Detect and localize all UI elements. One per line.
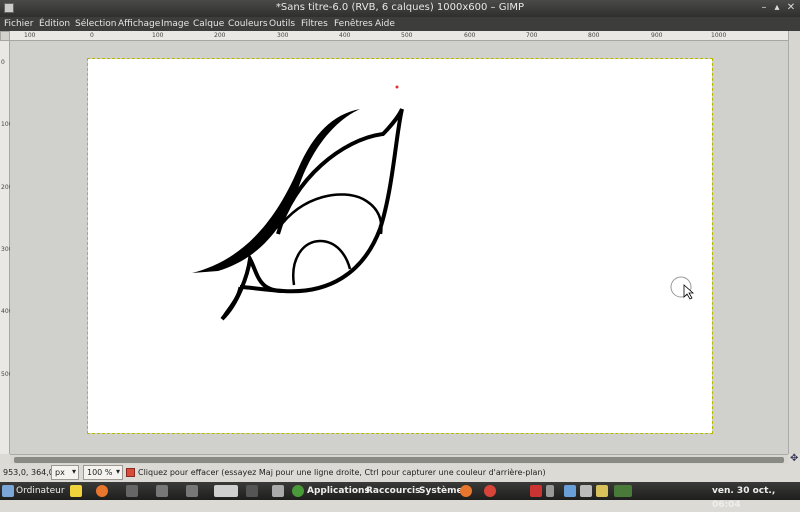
computer-icon <box>2 485 14 497</box>
taskbar-app-icon[interactable] <box>156 485 168 497</box>
ruler-h-label: 900 <box>651 32 663 39</box>
clock[interactable]: ven. 30 oct., 06:04 <box>712 484 800 510</box>
ruler-h-label: 100 <box>24 32 36 39</box>
window-title: *Sans titre-6.0 (RVB, 6 calques) 1000x60… <box>275 2 525 13</box>
firefox-icon[interactable] <box>96 485 108 497</box>
zoom-value: 100 % <box>87 468 113 477</box>
applications-icon <box>292 485 304 497</box>
maximize-button[interactable]: ▴ <box>771 2 783 14</box>
menu-bar: Fichier Édition Sélection Affichage Imag… <box>0 17 800 31</box>
horizontal-scrollbar[interactable] <box>10 454 788 464</box>
ruler-h-label: 600 <box>464 32 476 39</box>
canvas-area[interactable] <box>10 41 788 454</box>
menu-edition[interactable]: Édition <box>39 19 70 29</box>
menu-selection[interactable]: Sélection <box>75 19 116 29</box>
taskbar-app-icon[interactable] <box>126 485 138 497</box>
minimize-button[interactable]: – <box>758 2 770 14</box>
notes-icon[interactable] <box>70 485 82 497</box>
notification-icon[interactable] <box>530 485 542 497</box>
ruler-corner-button[interactable] <box>0 31 10 41</box>
pointer-coordinates: 953,0, 364,0 <box>3 468 54 477</box>
chrome-icon[interactable] <box>484 485 496 497</box>
menu-fichier[interactable]: Fichier <box>4 19 33 29</box>
taskbar-app-icon[interactable] <box>186 485 198 497</box>
status-message: Cliquez pour effacer (essayez Maj pour u… <box>138 468 546 477</box>
ruler-v-label: 0 <box>1 59 5 66</box>
menu-outils[interactable]: Outils <box>269 19 295 29</box>
status-bar: 953,0, 364,0 px ▾ 100 % ▾ Cliquez pour e… <box>0 464 800 482</box>
ruler-h-label: 300 <box>277 32 289 39</box>
ruler-h-label: 800 <box>588 32 600 39</box>
eraser-icon <box>126 468 135 477</box>
pointer-icon <box>683 284 695 300</box>
ruler-h-label: 100 <box>152 32 164 39</box>
firefox-launcher-icon[interactable] <box>460 485 472 497</box>
battery-icon[interactable] <box>580 485 592 497</box>
horizontal-ruler[interactable]: 100 0 100 200 300 400 500 600 700 800 90… <box>10 31 788 41</box>
terminal-icon[interactable] <box>614 485 632 497</box>
red-dot <box>395 85 399 89</box>
unit-value: px <box>55 468 65 477</box>
menu-aide[interactable]: Aide <box>375 19 395 29</box>
unit-select[interactable]: px ▾ <box>51 465 79 480</box>
menu-filtres[interactable]: Filtres <box>301 19 328 29</box>
chevron-down-icon: ▾ <box>71 467 76 476</box>
image-canvas[interactable] <box>87 58 713 434</box>
scroll-thumb[interactable] <box>14 457 784 463</box>
menu-calque[interactable]: Calque <box>193 19 224 29</box>
gimp-icon[interactable] <box>272 485 284 497</box>
ruler-h-label: 0 <box>90 32 94 39</box>
chevron-down-icon: ▾ <box>115 467 120 476</box>
shortcuts-menu[interactable]: Raccourcis <box>366 484 420 498</box>
ruler-h-label: 700 <box>526 32 538 39</box>
eye-drawing <box>192 85 695 321</box>
zoom-select[interactable]: 100 % ▾ <box>83 465 123 480</box>
menu-image[interactable]: Image <box>161 19 189 29</box>
menu-fenetres[interactable]: Fenêtres <box>334 19 373 29</box>
title-bar: *Sans titre-6.0 (RVB, 6 calques) 1000x60… <box>0 0 800 17</box>
clipboard-icon[interactable] <box>596 485 608 497</box>
menu-couleurs[interactable]: Couleurs <box>228 19 268 29</box>
ruler-h-label: 400 <box>339 32 351 39</box>
computer-button[interactable]: Ordinateur <box>16 484 65 498</box>
taskbar-app-icon[interactable] <box>246 485 258 497</box>
close-button[interactable]: ✕ <box>785 2 797 14</box>
vertical-scrollbar[interactable] <box>788 31 800 454</box>
taskbar-app-icon[interactable] <box>214 485 238 497</box>
ruler-h-label: 200 <box>214 32 226 39</box>
taskbar: Ordinateur Applications Raccourcis Systè… <box>0 482 800 510</box>
navigate-icon[interactable]: ✥ <box>790 453 798 464</box>
menu-affichage[interactable]: Affichage <box>118 19 160 29</box>
ruler-h-label: 1000 <box>711 32 727 39</box>
vertical-ruler[interactable]: 0 100 200 300 400 500 <box>0 41 12 454</box>
system-menu[interactable]: Système <box>419 484 463 498</box>
applications-menu[interactable]: Applications <box>307 484 370 498</box>
ruler-h-label: 500 <box>401 32 413 39</box>
volume-icon[interactable] <box>546 485 554 497</box>
network-icon[interactable] <box>564 485 576 497</box>
